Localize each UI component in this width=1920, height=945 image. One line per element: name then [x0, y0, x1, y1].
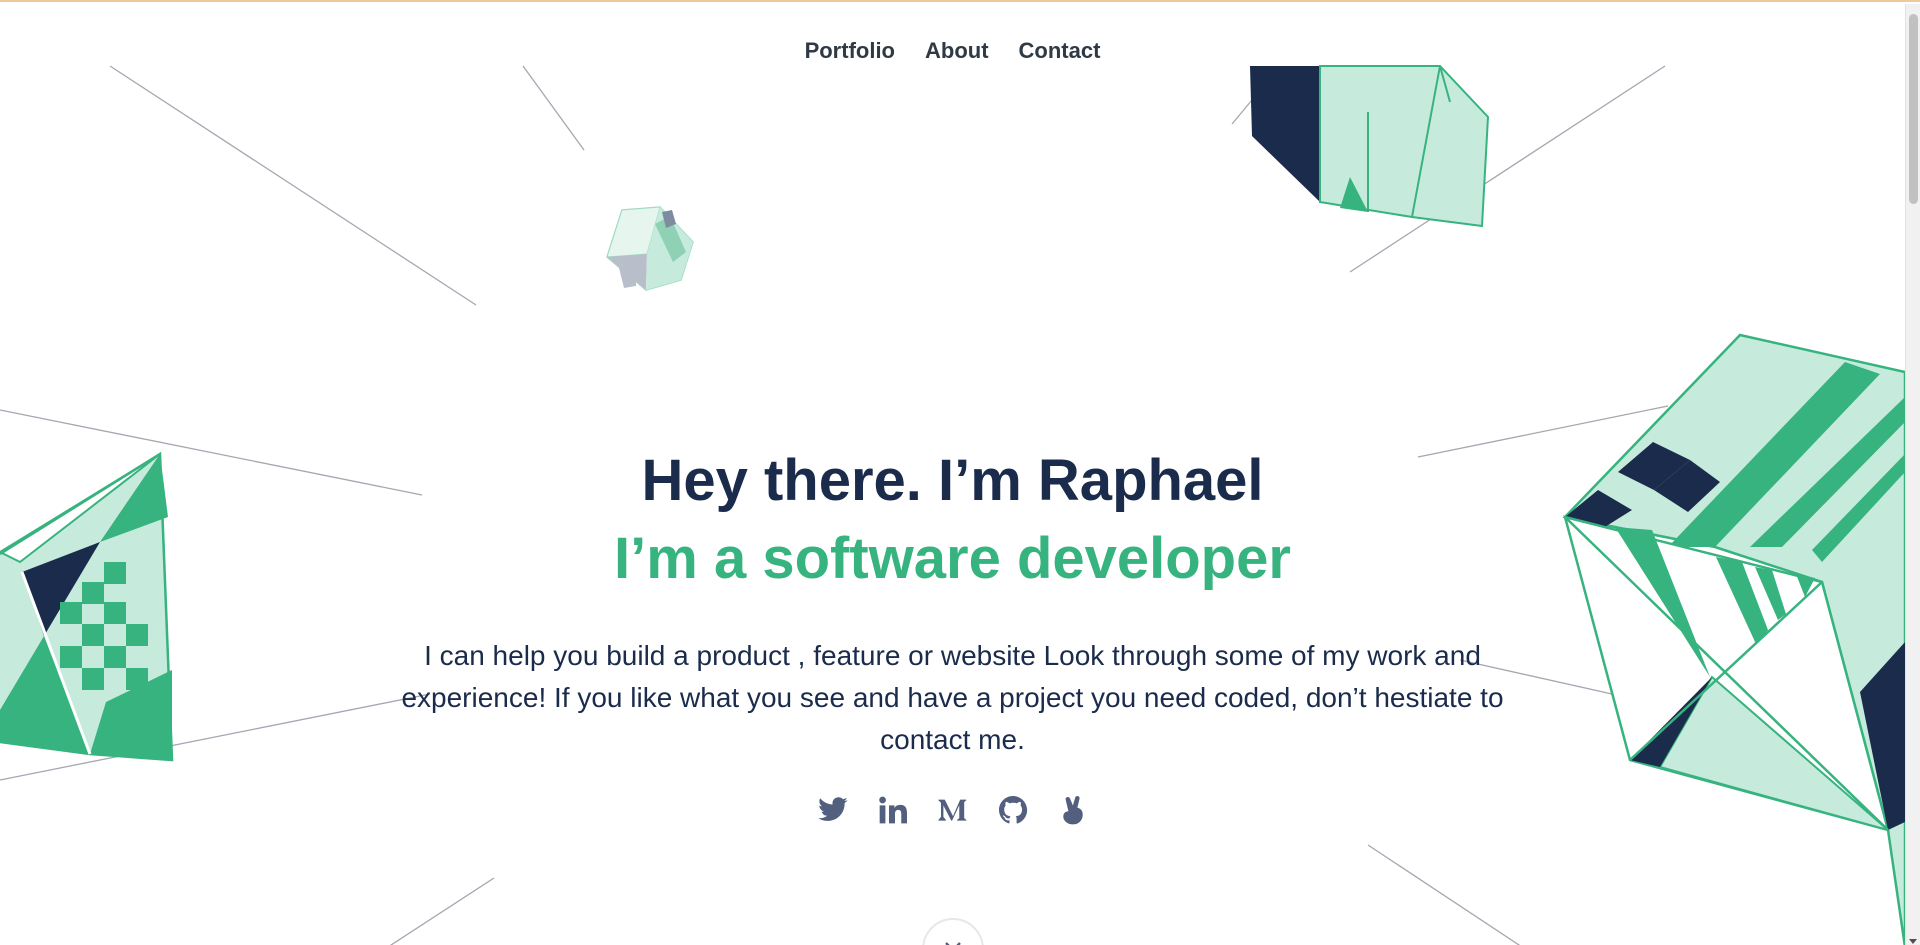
linkedin-icon — [878, 796, 907, 824]
vertical-scrollbar[interactable] — [1905, 4, 1920, 945]
angellist-link[interactable] — [1055, 790, 1091, 830]
hero-subtitle: I’m a software developer — [614, 526, 1291, 591]
scrollbar-thumb[interactable] — [1909, 14, 1918, 204]
medium-icon — [937, 799, 966, 821]
github-link[interactable] — [995, 790, 1031, 830]
hero-title: Hey there. I’m Raphael — [641, 448, 1264, 513]
nav-link-contact[interactable]: Contact — [1019, 38, 1101, 64]
social-links — [0, 790, 1905, 830]
twitter-link[interactable] — [815, 790, 851, 830]
top-right-cube-shape — [1250, 65, 1490, 228]
github-icon — [998, 796, 1027, 824]
hero-description: I can help you build a product , feature… — [401, 640, 1504, 755]
nav-link-about[interactable]: About — [925, 38, 989, 64]
small-cube-shape — [606, 206, 694, 291]
medium-link[interactable] — [935, 790, 971, 830]
nav-link-portfolio[interactable]: Portfolio — [805, 38, 895, 64]
scrollbar-arrow-down-icon[interactable] — [1909, 939, 1917, 944]
chevron-down-icon — [945, 942, 961, 945]
twitter-icon — [817, 797, 848, 821]
hero-section: Hey there. I’m Raphael I’m a software de… — [0, 447, 1905, 761]
page: Portfolio About Contact Hey there. I’m R… — [0, 0, 1920, 945]
linkedin-link[interactable] — [875, 790, 911, 830]
angellist-icon — [1062, 796, 1083, 825]
main-nav: Portfolio About Contact — [0, 38, 1905, 64]
